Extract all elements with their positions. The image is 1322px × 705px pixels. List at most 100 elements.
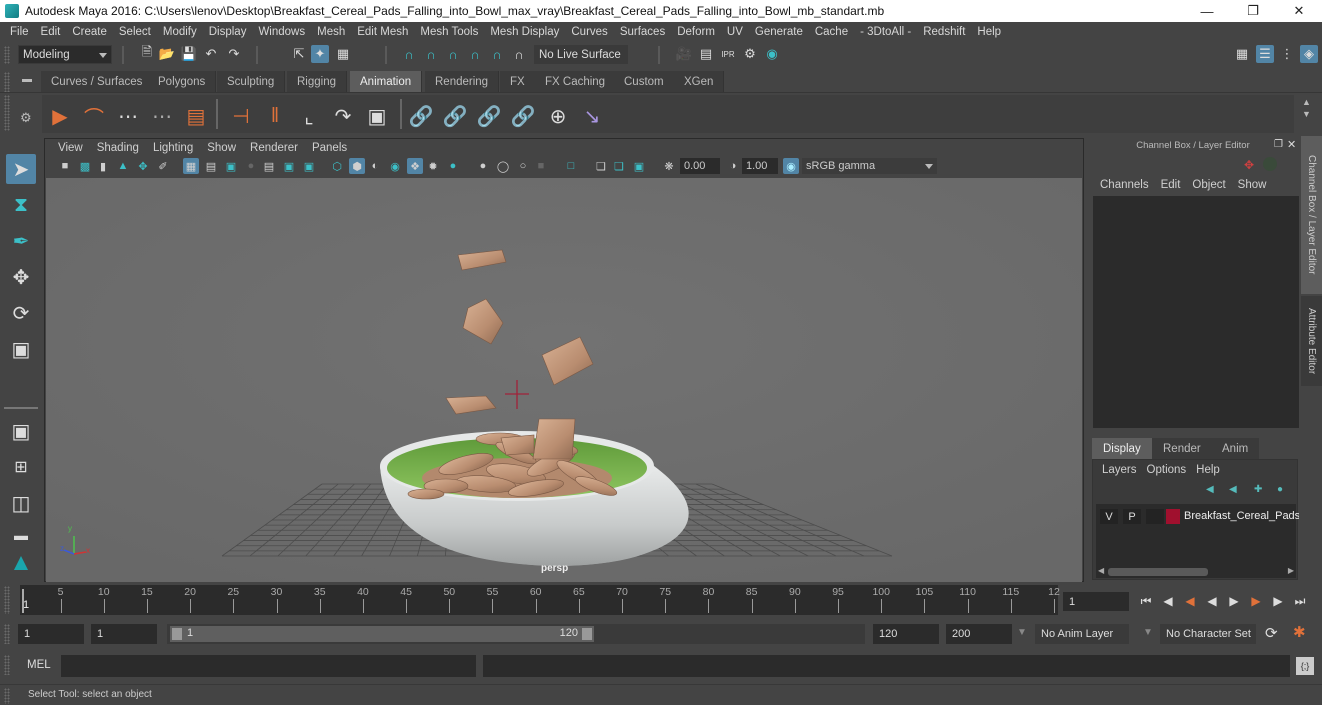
two-pane-layout-icon[interactable]: ◫ bbox=[6, 488, 36, 518]
step-forward-key-icon[interactable]: ▶ bbox=[1247, 592, 1265, 610]
wireframe-icon[interactable]: ⬡ bbox=[329, 158, 345, 174]
menu-cache[interactable]: Cache bbox=[809, 26, 854, 38]
shelf-tab-fx-caching[interactable]: FX Caching bbox=[535, 71, 617, 92]
layer-name[interactable]: Breakfast_Cereal_Pads bbox=[1184, 510, 1300, 522]
playblast-icon[interactable]: ▶ bbox=[47, 103, 73, 129]
step-forward-frame-icon[interactable]: ▶ bbox=[1269, 592, 1287, 610]
menu-mesh-tools[interactable]: Mesh Tools bbox=[414, 26, 484, 38]
shadows-icon[interactable]: ● bbox=[445, 158, 461, 174]
channel-box-toggle-icon[interactable]: ◈ bbox=[1300, 45, 1318, 63]
time-slider-grip[interactable] bbox=[4, 586, 10, 614]
shelf-tab-rigging[interactable]: Rigging bbox=[287, 71, 347, 92]
playback-end-field[interactable]: 120 bbox=[873, 624, 939, 644]
panel-menu-renderer[interactable]: Renderer bbox=[243, 142, 305, 154]
menu-redshift[interactable]: Redshift bbox=[917, 26, 971, 38]
color-management-icon[interactable]: ◉ bbox=[783, 158, 799, 174]
range-slider-grip[interactable] bbox=[4, 624, 10, 644]
anim-layer-dropdown[interactable]: No Anim Layer bbox=[1035, 624, 1129, 644]
scroll-left-icon[interactable]: ◀ bbox=[1098, 566, 1104, 575]
menu-edit[interactable]: Edit bbox=[35, 26, 67, 38]
command-line-grip[interactable] bbox=[4, 655, 10, 675]
shelf-tab-sculpting[interactable]: Sculpting bbox=[217, 71, 286, 92]
shelf-scroll-up-icon[interactable]: ▲ bbox=[1302, 97, 1311, 107]
safe-title-icon[interactable]: ▣ bbox=[301, 158, 317, 174]
grease-pencil-icon[interactable]: ✐ bbox=[155, 158, 171, 174]
orient-link-icon[interactable]: 🔗 bbox=[476, 103, 502, 129]
isolate-select-icon[interactable]: □ bbox=[563, 158, 579, 174]
xray-active-components-icon[interactable]: ❏ bbox=[611, 158, 627, 174]
select-camera-icon[interactable]: ■ bbox=[57, 158, 73, 174]
menu-create[interactable]: Create bbox=[66, 26, 113, 38]
wireframe-on-shaded-icon[interactable]: ◉ bbox=[387, 158, 403, 174]
scroll-thumb[interactable] bbox=[1108, 568, 1208, 576]
options-menu[interactable]: Options bbox=[1142, 464, 1192, 476]
resolution-gate-icon[interactable]: ▣ bbox=[223, 158, 239, 174]
select-component-icon[interactable]: ▦ bbox=[334, 45, 352, 63]
2d-pan-zoom-icon[interactable]: ✥ bbox=[135, 158, 151, 174]
render-current-icon[interactable]: ▤ bbox=[697, 45, 715, 63]
four-pane-layout-icon[interactable]: ⊞ bbox=[6, 452, 36, 482]
float-panel-icon[interactable]: ❐ bbox=[1274, 139, 1283, 150]
menu-windows[interactable]: Windows bbox=[252, 26, 311, 38]
save-scene-icon[interactable]: 💾 bbox=[180, 45, 198, 63]
safe-action-icon[interactable]: ▣ bbox=[281, 158, 297, 174]
play-forwards-icon[interactable]: ▶ bbox=[1225, 592, 1243, 610]
step-back-frame-icon[interactable]: ◀​ bbox=[1159, 592, 1177, 610]
help-menu[interactable]: Help bbox=[1191, 464, 1225, 476]
orient-constraint-icon[interactable]: ⌞ bbox=[296, 103, 322, 129]
anim-layer-chevron-down-icon[interactable]: ▼ bbox=[1017, 627, 1027, 638]
shelf-tab-polygons[interactable]: Polygons bbox=[148, 71, 217, 92]
gamma-field[interactable]: 1.00 bbox=[742, 158, 778, 174]
ghost-icon[interactable]: ⋯ bbox=[115, 103, 141, 129]
edit-menu[interactable]: Edit bbox=[1155, 179, 1187, 191]
menu-set-dropdown[interactable]: Modeling bbox=[18, 45, 112, 64]
menu-curves[interactable]: Curves bbox=[565, 26, 613, 38]
gate-mask-icon[interactable]: ● bbox=[243, 158, 259, 174]
exposure-icon[interactable]: ❋ bbox=[661, 158, 677, 174]
field-chart-icon[interactable]: ▤ bbox=[261, 158, 277, 174]
scroll-right-icon[interactable]: ▶ bbox=[1288, 566, 1294, 575]
open-scene-icon[interactable]: 📂 bbox=[158, 45, 176, 63]
play-backwards-icon[interactable]: ◀ bbox=[1203, 592, 1221, 610]
shelf-tab-custom[interactable]: Custom bbox=[614, 71, 675, 92]
screen-space-ao-icon[interactable]: ● bbox=[475, 158, 491, 174]
animation-start-field[interactable]: 1 bbox=[18, 624, 84, 644]
depth-of-field-icon[interactable]: ■ bbox=[533, 158, 549, 174]
layer-display-type-toggle[interactable] bbox=[1146, 509, 1164, 524]
menu-help[interactable]: Help bbox=[971, 26, 1007, 38]
close-panel-icon[interactable]: ✕ bbox=[1287, 138, 1296, 151]
snap-view-plane-icon[interactable]: ∩ bbox=[488, 45, 506, 63]
menu-3dtoall[interactable]: - 3DtoAll - bbox=[854, 26, 917, 38]
auto-key-sync-icon[interactable]: ⟳ bbox=[1265, 624, 1278, 642]
shelf-tab-animation[interactable]: Animation bbox=[350, 71, 423, 92]
parent-constraint-icon[interactable]: ⊣ bbox=[228, 103, 254, 129]
animation-preferences-icon[interactable]: ✱ bbox=[1293, 623, 1306, 641]
attribute-editor-toggle-icon[interactable]: ☰ bbox=[1256, 45, 1274, 63]
render-settings-icon[interactable]: ⚙ bbox=[741, 45, 759, 63]
new-layer-icon[interactable]: ✚ bbox=[1254, 484, 1262, 495]
smooth-shade-icon[interactable]: ⬢ bbox=[349, 158, 365, 174]
snap-grid-icon[interactable]: ∩ bbox=[400, 45, 418, 63]
layer-list-scrollbar[interactable]: ◀ ▶ bbox=[1096, 566, 1296, 578]
side-tab-attribute-editor[interactable]: Attribute Editor bbox=[1301, 296, 1322, 386]
panel-menu-view[interactable]: View bbox=[51, 142, 90, 154]
layer-tab-render[interactable]: Render bbox=[1152, 438, 1212, 460]
single-pane-layout-icon[interactable]: ▣ bbox=[6, 416, 36, 446]
tool-settings-toggle-icon[interactable]: ⋮ bbox=[1278, 45, 1296, 63]
menu-uv[interactable]: UV bbox=[721, 26, 749, 38]
menu-edit-mesh[interactable]: Edit Mesh bbox=[351, 26, 414, 38]
set-key-icon[interactable]: ▤ bbox=[183, 103, 209, 129]
default-material-icon[interactable]: ◐ bbox=[367, 158, 383, 174]
panel-menu-show[interactable]: Show bbox=[200, 142, 243, 154]
help-line-grip[interactable] bbox=[4, 688, 10, 704]
menu-deform[interactable]: Deform bbox=[671, 26, 721, 38]
layer-visibility-toggle[interactable]: V bbox=[1100, 509, 1118, 524]
command-input[interactable] bbox=[61, 655, 476, 677]
snap-point-icon[interactable]: ∩ bbox=[444, 45, 462, 63]
redo-icon[interactable]: ↷ bbox=[225, 45, 243, 63]
film-gate-icon[interactable]: ▤ bbox=[203, 158, 219, 174]
select-tool-icon[interactable]: ➤ bbox=[6, 154, 36, 184]
make-live-icon[interactable]: ∩ bbox=[510, 45, 528, 63]
playback-start-field[interactable]: 1 bbox=[91, 624, 157, 644]
range-slider-bar[interactable]: 1 120 bbox=[170, 626, 594, 642]
